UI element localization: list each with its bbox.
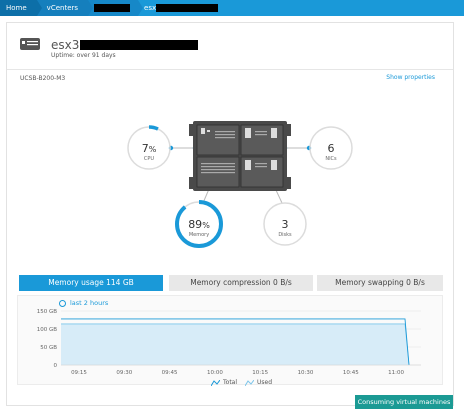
- y-tick-label: 0: [54, 363, 58, 369]
- cpu-value: 7: [141, 142, 149, 155]
- x-tick-label: 10:00: [207, 370, 223, 375]
- show-properties-link[interactable]: Show properties: [386, 74, 435, 81]
- x-tick-label: 11:00: [388, 370, 404, 375]
- breadcrumb-vcenter-redacted[interactable]: [88, 0, 144, 16]
- y-tick-label: 50 GB: [40, 345, 57, 351]
- breadcrumb: Home vCenters esx: [0, 0, 464, 16]
- tab-memory-usage[interactable]: Memory usage 114 GB: [19, 275, 163, 291]
- breadcrumb-home[interactable]: Home: [0, 0, 42, 16]
- host-diagram-svg: [126, 121, 353, 248]
- host-title: esx3: [51, 38, 199, 52]
- disks-gauge-label[interactable]: 3 Disks: [264, 213, 306, 238]
- redacted-text: [80, 40, 199, 50]
- memory-value: 89: [188, 218, 203, 231]
- x-tick-label: 09:15: [71, 370, 87, 375]
- cpu-label: CPU: [143, 156, 155, 162]
- disks-value: 3: [281, 218, 289, 231]
- divider: [7, 69, 453, 70]
- tab-memory-compression[interactable]: Memory compression 0 B/s: [169, 275, 313, 291]
- host-name: esx3: [51, 38, 80, 52]
- x-tick-label: 09:45: [162, 370, 178, 375]
- cpu-gauge-label[interactable]: 7% CPU: [128, 137, 170, 162]
- redacted-text: [156, 4, 219, 12]
- legend-used-label: Used: [257, 379, 273, 386]
- legend-used[interactable]: Used: [245, 379, 272, 386]
- x-tick-label: 10:30: [298, 370, 314, 375]
- nics-value: 6: [327, 142, 335, 155]
- host-diagram: 7% CPU 6 NICs 89% Memory 3 Disks: [7, 93, 453, 273]
- legend-total-label: Total: [223, 379, 238, 386]
- host-header: esx3 Uptime: over 91 days: [7, 23, 453, 59]
- memory-usage-chart: 150 GB 100 GB 50 GB 0 09:15 09:30 09:45 10:00 10…: [37, 309, 421, 375]
- memory-unit: %: [202, 221, 210, 230]
- memory-gauge-label[interactable]: 89% Memory: [177, 213, 221, 238]
- breadcrumb-host-label: esx: [144, 4, 157, 12]
- nics-gauge-label[interactable]: 6 NICs: [310, 137, 352, 162]
- x-tick-label: 09:30: [116, 370, 132, 375]
- x-tick-label: 10:45: [343, 370, 359, 375]
- host-model: UCSB-B200-M3: [20, 75, 66, 82]
- host-panel: esx3 Uptime: over 91 days UCSB-B200-M3 S…: [6, 22, 454, 409]
- uptime-text: Uptime: over 91 days: [51, 52, 116, 59]
- consuming-vms-button[interactable]: Consuming virtual machines: [355, 395, 453, 409]
- legend-total-icon: [211, 379, 220, 386]
- breadcrumb-home-label: Home: [6, 4, 27, 12]
- server-icon: [20, 38, 40, 50]
- series-used-area: [61, 323, 409, 365]
- breadcrumb-vcenters[interactable]: vCenters: [36, 0, 94, 16]
- legend-used-icon: [245, 379, 254, 386]
- legend-total[interactable]: Total: [211, 379, 237, 386]
- disks-label: Disks: [278, 232, 292, 238]
- nics-label: NICs: [325, 156, 337, 162]
- y-tick-label: 150 GB: [37, 309, 58, 315]
- tab-memory-swapping[interactable]: Memory swapping 0 B/s: [317, 275, 443, 291]
- breadcrumb-vcenters-label: vCenters: [46, 4, 79, 12]
- breadcrumb-host[interactable]: esx: [138, 0, 225, 16]
- memory-label: Memory: [188, 232, 210, 238]
- server-chassis-icon: [189, 121, 291, 191]
- redacted-text: [94, 4, 131, 12]
- cpu-unit: %: [148, 145, 157, 154]
- x-tick-label: 10:15: [252, 370, 268, 375]
- y-tick-label: 100 GB: [37, 327, 58, 333]
